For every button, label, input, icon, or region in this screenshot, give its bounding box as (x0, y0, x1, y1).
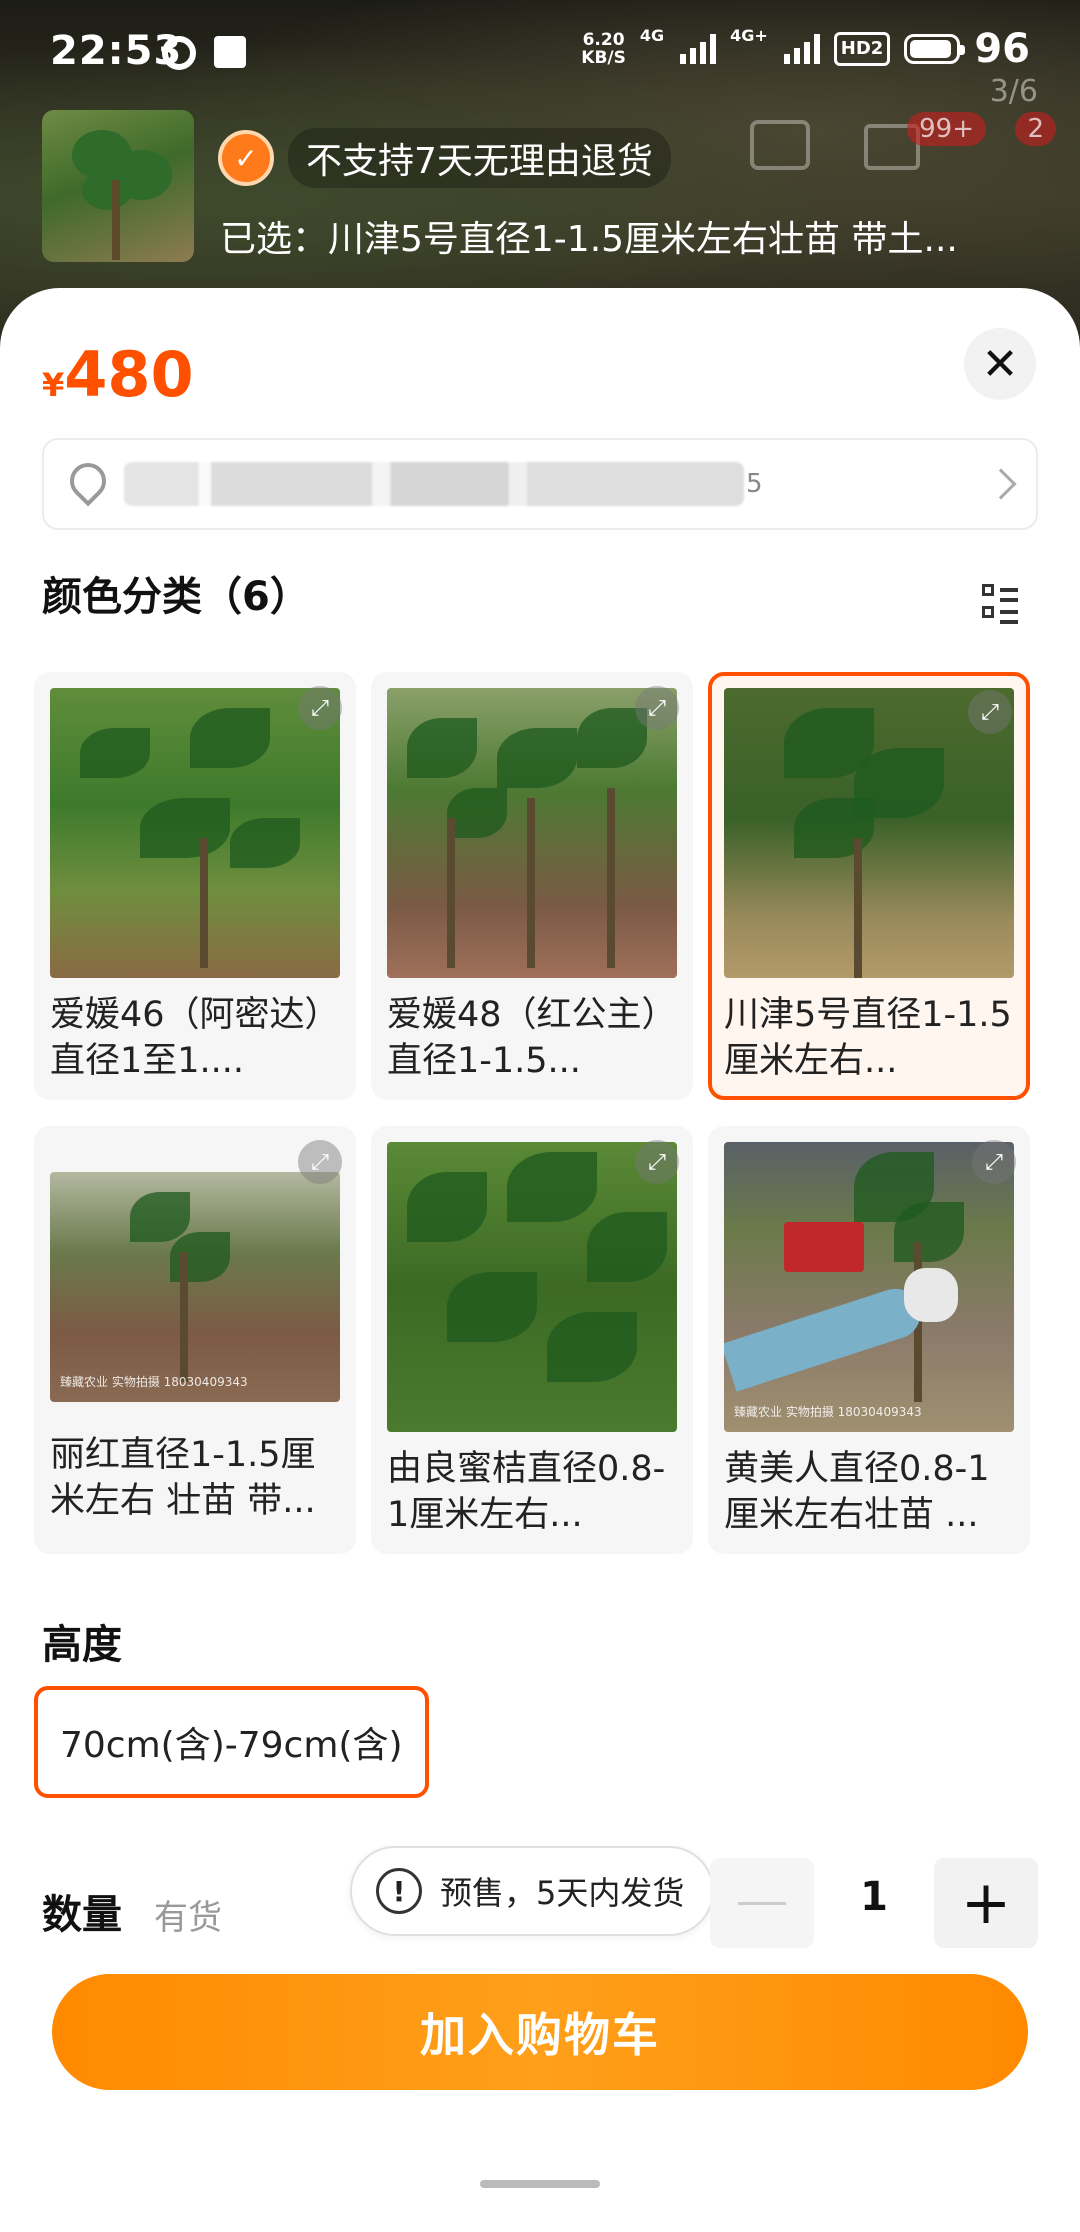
cart-badge: 99+ (907, 112, 986, 146)
expand-icon[interactable]: ⤢ (298, 686, 342, 730)
price: ¥480 (42, 338, 194, 411)
color-option-card[interactable]: ⤢ 爱媛48（红公主）直径1-1.5... (371, 672, 693, 1100)
option-image: 臻藏农业 实物拍摄 18030409343 (724, 1142, 1014, 1432)
signal-1-label: 4G (639, 25, 665, 45)
signal-2-icon (783, 34, 820, 64)
expand-icon[interactable]: ⤢ (635, 1140, 679, 1184)
color-option-card[interactable]: 臻藏农业 实物拍摄 18030409343 ⤢ 丽红直径1-1.5厘米左右 壮苗… (34, 1126, 356, 1554)
presale-tooltip: ! 预售，5天内发货 (350, 1846, 715, 1936)
close-button[interactable]: ✕ (964, 328, 1036, 400)
option-label: 黄美人直径0.8-1厘米左右壮苗 ... (724, 1449, 990, 1535)
option-image (387, 688, 677, 978)
expand-icon[interactable]: ⤢ (968, 690, 1012, 734)
option-image (724, 688, 1014, 978)
truck-in-photo (784, 1222, 864, 1272)
plus-icon: + (960, 1868, 1012, 1938)
photo-watermark: 臻藏农业 实物拍摄 18030409343 (734, 1405, 922, 1419)
image-page-indicator: 3/6 (989, 74, 1038, 109)
address-tail: 5 (746, 469, 763, 499)
signal-1-icon (680, 34, 717, 64)
exclamation-icon: ! (376, 1868, 422, 1914)
sku-sheet: ¥480 ✕ 5 颜色分类（6） ⤢ 爱媛46（阿密达）直径1至1.... ⤢ … (0, 288, 1080, 2232)
share-icon[interactable] (750, 120, 810, 170)
quantity-plus-button[interactable]: + (934, 1858, 1038, 1948)
stock-status: 有货 (154, 1898, 222, 1938)
quantity-value[interactable]: 1 (836, 1874, 912, 1920)
shield-icon: ✓ (218, 130, 274, 186)
return-policy-text: 不支持7天无理由退货 (288, 128, 671, 188)
alipay-icon (214, 36, 246, 68)
home-indicator[interactable] (480, 2180, 600, 2188)
net-speed: 6.20 KB/S (581, 30, 626, 68)
status-right: 6.20 KB/S 4G 4G+ HD2 96 (581, 25, 1030, 73)
quantity-minus-button[interactable] (710, 1858, 814, 1948)
battery-icon (904, 34, 966, 64)
color-section-title: 颜色分类（6） (42, 574, 310, 620)
photo-watermark: 臻藏农业 实物拍摄 18030409343 (60, 1375, 248, 1389)
selected-product-thumbnail[interactable] (42, 110, 194, 262)
option-label: 爱媛46（阿密达）直径1至1.... (50, 995, 340, 1081)
height-section-title: 高度 (42, 1622, 122, 1668)
hd-voice-icon: HD2 (833, 32, 891, 66)
option-label: 爱媛48（红公主）直径1-1.5... (387, 995, 677, 1081)
option-label: 丽红直径1-1.5厘米左右 壮苗 带... (50, 1435, 316, 1521)
battery-level: 96 (974, 26, 1030, 72)
height-option-selected[interactable]: 70cm(含)-79cm(含) (34, 1686, 429, 1798)
color-option-card[interactable]: ⤢ 爱媛46（阿密达）直径1至1.... (34, 672, 356, 1100)
quantity-section-title: 数量 (42, 1892, 122, 1938)
expand-icon[interactable]: ⤢ (298, 1140, 342, 1184)
chevron-right-icon (985, 468, 1017, 500)
signal-2-label: 4G+ (730, 25, 768, 45)
option-image: 臻藏农业 实物拍摄 18030409343 (50, 1172, 340, 1402)
option-label: 由良蜜桔直径0.8-1厘米左右... (387, 1449, 666, 1535)
minus-icon (738, 1901, 786, 1905)
option-image (387, 1142, 677, 1432)
delivery-address-row[interactable]: 5 (42, 438, 1038, 530)
address-blurred (124, 462, 744, 506)
color-option-card-selected[interactable]: ⤢ 川津5号直径1-1.5厘米左右... (708, 672, 1030, 1100)
presale-text: 预售，5天内发货 (440, 1874, 685, 1912)
status-bar: 22:53 6.20 KB/S 4G 4G+ HD2 96 (0, 0, 1080, 110)
add-to-cart-button[interactable]: 加入购物车 (52, 1974, 1028, 2090)
selected-spec-text: 已选：川津5号直径1-1.5厘米左右壮苗 带土... (220, 219, 958, 260)
app-notification-icon (162, 36, 196, 70)
option-image (50, 688, 340, 978)
close-icon: ✕ (981, 338, 1019, 390)
currency-symbol: ¥ (42, 366, 65, 404)
price-amount: 480 (64, 338, 194, 411)
location-pin-icon (68, 463, 104, 505)
list-view-icon[interactable] (982, 584, 1018, 624)
expand-icon[interactable]: ⤢ (972, 1140, 1016, 1184)
option-label: 川津5号直径1-1.5厘米左右... (724, 995, 1012, 1081)
return-policy-row: ✓ 不支持7天无理由退货 (218, 128, 671, 188)
color-options-grid: ⤢ 爱媛46（阿密达）直径1至1.... ⤢ 爱媛48（红公主）直径1-1.5.… (34, 672, 1034, 1554)
expand-icon[interactable]: ⤢ (635, 686, 679, 730)
color-option-card[interactable]: ⤢ 由良蜜桔直径0.8-1厘米左右... (371, 1126, 693, 1554)
message-badge: 2 (1015, 112, 1056, 146)
color-option-card[interactable]: 臻藏农业 实物拍摄 18030409343 ⤢ 黄美人直径0.8-1厘米左右壮苗… (708, 1126, 1030, 1554)
